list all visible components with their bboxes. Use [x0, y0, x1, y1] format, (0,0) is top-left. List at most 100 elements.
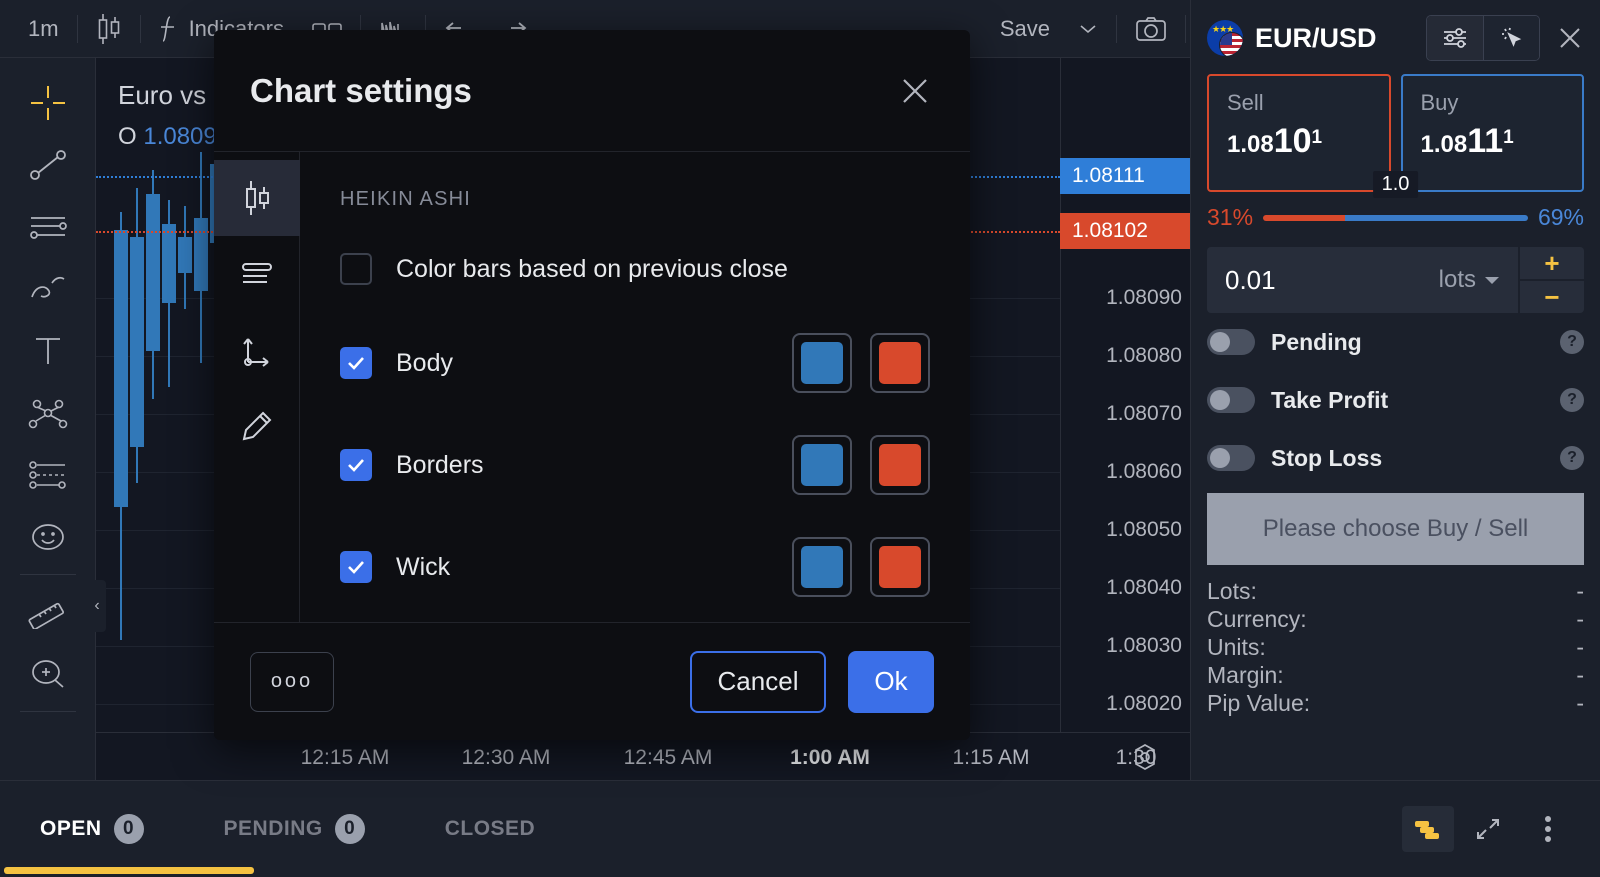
- trend-line-icon[interactable]: [17, 134, 79, 196]
- sliders-icon[interactable]: [1427, 16, 1483, 60]
- ok-button[interactable]: Ok: [848, 650, 934, 713]
- buy-button[interactable]: Buy 1.08111: [1400, 74, 1584, 192]
- color-swatch-button[interactable]: [870, 435, 930, 495]
- stacked-layers-icon[interactable]: [1402, 806, 1454, 852]
- summary-value: -: [1576, 578, 1584, 604]
- summary-value: -: [1576, 690, 1584, 716]
- patterns-icon[interactable]: [17, 382, 79, 444]
- color-swatch-button[interactable]: [792, 435, 852, 495]
- dialog-actions: Cancel Ok: [690, 650, 934, 713]
- summary-row: Lots: -: [1207, 577, 1584, 605]
- candlestick-icon: [96, 12, 122, 46]
- save-button[interactable]: Save: [986, 9, 1064, 49]
- chart-type-button[interactable]: [82, 9, 136, 49]
- price-axis[interactable]: 1.08090 1.08080 1.08070 1.08060 1.08050 1.080…: [1060, 58, 1190, 780]
- summary-label: Pip Value:: [1207, 690, 1311, 716]
- dialog-sidebar: [214, 152, 300, 622]
- lots-value: 0.01: [1225, 264, 1276, 295]
- cancel-button[interactable]: Cancel: [690, 650, 826, 713]
- deal-buttons: Sell 1.08101 Buy 1.08111 1.0: [1207, 74, 1584, 198]
- candle-body: [130, 236, 144, 448]
- sell-button[interactable]: Sell 1.08101: [1207, 74, 1391, 192]
- lots-input[interactable]: 0.01 lots: [1207, 247, 1518, 313]
- lots-unit-select[interactable]: lots: [1439, 266, 1500, 294]
- color-swatch-button[interactable]: [870, 333, 930, 393]
- dialog-title: Chart settings: [250, 71, 472, 109]
- horizontal-lines-icon[interactable]: [17, 196, 79, 258]
- checkbox[interactable]: [340, 551, 372, 583]
- collapse-left-icon[interactable]: ‹: [88, 580, 106, 632]
- chevron-down-icon: [1484, 275, 1500, 285]
- toggle-label: Pending: [1271, 328, 1362, 355]
- one-click-trading-icon[interactable]: [1483, 16, 1539, 60]
- sell-price-prefix: 1.08: [1227, 131, 1274, 158]
- tab-label: PENDING: [223, 817, 323, 840]
- dialog-tab-symbol[interactable]: [214, 160, 300, 236]
- more-options-button[interactable]: ooo: [250, 651, 334, 712]
- dialog-tab-appearance[interactable]: [214, 388, 300, 464]
- summary-row: Pip Value: -: [1207, 689, 1584, 717]
- dialog-tab-scales[interactable]: [214, 312, 300, 388]
- checkbox[interactable]: [340, 347, 372, 379]
- sell-label: Sell: [1227, 90, 1264, 115]
- checkbox[interactable]: [340, 253, 372, 285]
- buy-label: Buy: [1420, 90, 1459, 115]
- positions-tab-pending[interactable]: PENDING 0: [184, 781, 405, 877]
- toggle-switch[interactable]: [1207, 329, 1255, 355]
- current-price-badge[interactable]: 1.08111: [1060, 158, 1190, 194]
- time-tick: 12:45 AM: [623, 746, 713, 769]
- color-swatch-button[interactable]: [792, 537, 852, 597]
- color-swatch-button[interactable]: [870, 537, 930, 597]
- option-row: Wick: [340, 537, 930, 597]
- order-panel-mode-toggle: [1426, 15, 1540, 61]
- toggle-switch[interactable]: [1207, 445, 1255, 471]
- save-menu-button[interactable]: [1064, 9, 1112, 49]
- zoom-in-icon[interactable]: [17, 643, 79, 705]
- lots-unit-label: lots: [1438, 266, 1476, 293]
- forecast-icon[interactable]: [17, 444, 79, 506]
- positions-tab-closed[interactable]: CLOSED: [405, 781, 576, 877]
- color-swatches: [792, 537, 930, 597]
- help-icon[interactable]: ?: [1560, 388, 1584, 412]
- close-icon[interactable]: [1556, 24, 1584, 52]
- color-swatches: [792, 435, 930, 495]
- toggle-label: Stop Loss: [1271, 444, 1383, 471]
- order-toggles: Pending ? Take Profit ? Stop Loss ?: [1207, 313, 1584, 487]
- place-order-button[interactable]: Please choose Buy / Sell: [1207, 493, 1584, 565]
- collapse-icon[interactable]: [1462, 806, 1514, 852]
- time-tick: 1:15 AM: [952, 746, 1030, 769]
- candle-body: [162, 224, 176, 303]
- screenshot-button[interactable]: [1121, 9, 1181, 49]
- dialog-tab-status-line[interactable]: [214, 236, 300, 312]
- chart-title: Euro vs: [118, 80, 207, 110]
- toggle-row: Pending ?: [1207, 313, 1584, 371]
- sell-price-sup: 1: [1311, 127, 1323, 148]
- trading-app: 1m Indicators Save Euro vs O 1.0809 1.08…: [0, 0, 1600, 877]
- chart-legend: Euro vs O 1.0809: [118, 80, 217, 151]
- emoji-icon[interactable]: [17, 506, 79, 568]
- help-icon[interactable]: ?: [1560, 446, 1584, 470]
- positions-tab-open[interactable]: OPEN 0: [0, 781, 254, 877]
- chart-settings-gear-icon[interactable]: [1130, 742, 1160, 772]
- dialog-content: HEIKIN ASHI Color bars based on previous…: [300, 152, 970, 622]
- toggle-switch[interactable]: [1207, 387, 1255, 413]
- close-icon[interactable]: [896, 72, 934, 110]
- current-price-badge[interactable]: 1.08102: [1060, 213, 1190, 249]
- toolbar-divider-6: [1185, 14, 1186, 43]
- price-tick: 1.08050: [1106, 518, 1182, 541]
- lots-decrease-button[interactable]: −: [1520, 281, 1584, 313]
- brush-icon[interactable]: [17, 258, 79, 320]
- lots-increase-button[interactable]: +: [1520, 247, 1584, 279]
- summary-value: -: [1576, 606, 1584, 632]
- tab-label: OPEN: [40, 817, 102, 840]
- text-icon[interactable]: [17, 320, 79, 382]
- color-swatch-button[interactable]: [792, 333, 852, 393]
- option-row: Body: [340, 333, 930, 393]
- timeframe-button[interactable]: 1m: [14, 9, 73, 49]
- more-vertical-icon[interactable]: [1522, 806, 1574, 852]
- price-tick: 1.08030: [1106, 634, 1182, 657]
- ruler-icon[interactable]: [17, 581, 79, 643]
- crosshair-icon[interactable]: [17, 72, 79, 134]
- help-icon[interactable]: ?: [1560, 330, 1584, 354]
- checkbox[interactable]: [340, 449, 372, 481]
